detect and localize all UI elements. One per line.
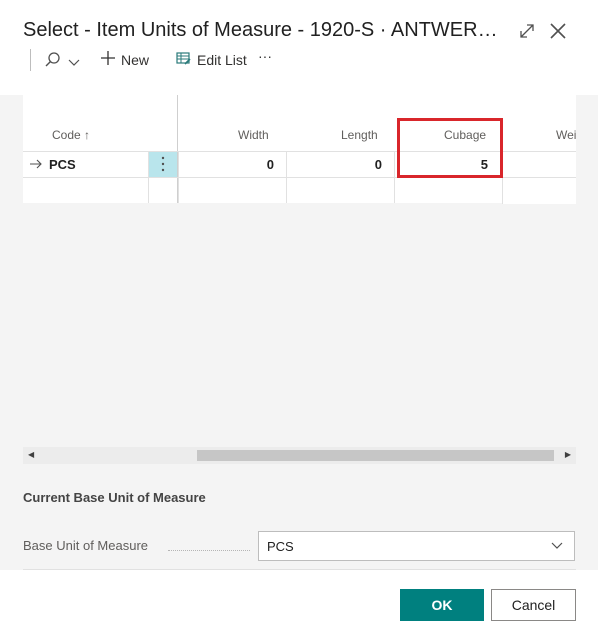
new-label: New (121, 51, 150, 68)
horizontal-scrollbar[interactable]: ◀ ▶ (23, 447, 576, 464)
base-unit-value: PCS (267, 539, 294, 554)
base-unit-select[interactable]: PCS (258, 531, 575, 561)
row-actions-button[interactable] (149, 152, 177, 177)
divider (23, 569, 576, 570)
ok-button[interactable]: OK (400, 589, 484, 621)
column-header-code[interactable]: Code ↑ (52, 128, 90, 142)
action-bar: New Edit List ··· (0, 48, 598, 73)
toolbar-divider (30, 49, 31, 71)
close-icon[interactable] (549, 22, 567, 45)
section-title: Current Base Unit of Measure (23, 490, 206, 505)
base-unit-label: Base Unit of Measure (23, 538, 149, 553)
more-options-button[interactable]: ··· (258, 48, 272, 64)
cubage-highlight (397, 118, 503, 178)
expand-icon[interactable] (518, 22, 536, 45)
more-icon: ··· (258, 48, 272, 64)
cell-width[interactable]: 0 (178, 157, 274, 172)
edit-list-icon (176, 51, 191, 69)
search-button[interactable] (44, 51, 80, 72)
column-header-weight[interactable]: Wei (556, 128, 576, 142)
column-header-width[interactable]: Width (238, 128, 269, 142)
cell-length[interactable]: 0 (286, 157, 382, 172)
scroll-left-icon[interactable]: ◀ (28, 450, 34, 459)
column-header-length[interactable]: Length (341, 128, 378, 142)
cell-code[interactable]: PCS (49, 157, 76, 172)
more-vertical-icon (161, 156, 165, 177)
chevron-down-icon (550, 538, 564, 555)
field-leader (168, 550, 250, 551)
edit-list-button[interactable]: Edit List (176, 51, 247, 69)
new-button[interactable]: New (101, 51, 149, 68)
search-icon (44, 51, 62, 72)
cancel-button[interactable]: Cancel (491, 589, 576, 621)
row-arrow-icon (29, 157, 43, 175)
dialog-title: Select - Item Units of Measure - 1920-S … (23, 19, 498, 41)
chevron-down-icon (68, 54, 80, 70)
scrollbar-thumb[interactable] (197, 450, 554, 461)
plus-icon (101, 51, 115, 68)
edit-list-label: Edit List (197, 52, 247, 68)
scroll-right-icon[interactable]: ▶ (565, 450, 571, 459)
